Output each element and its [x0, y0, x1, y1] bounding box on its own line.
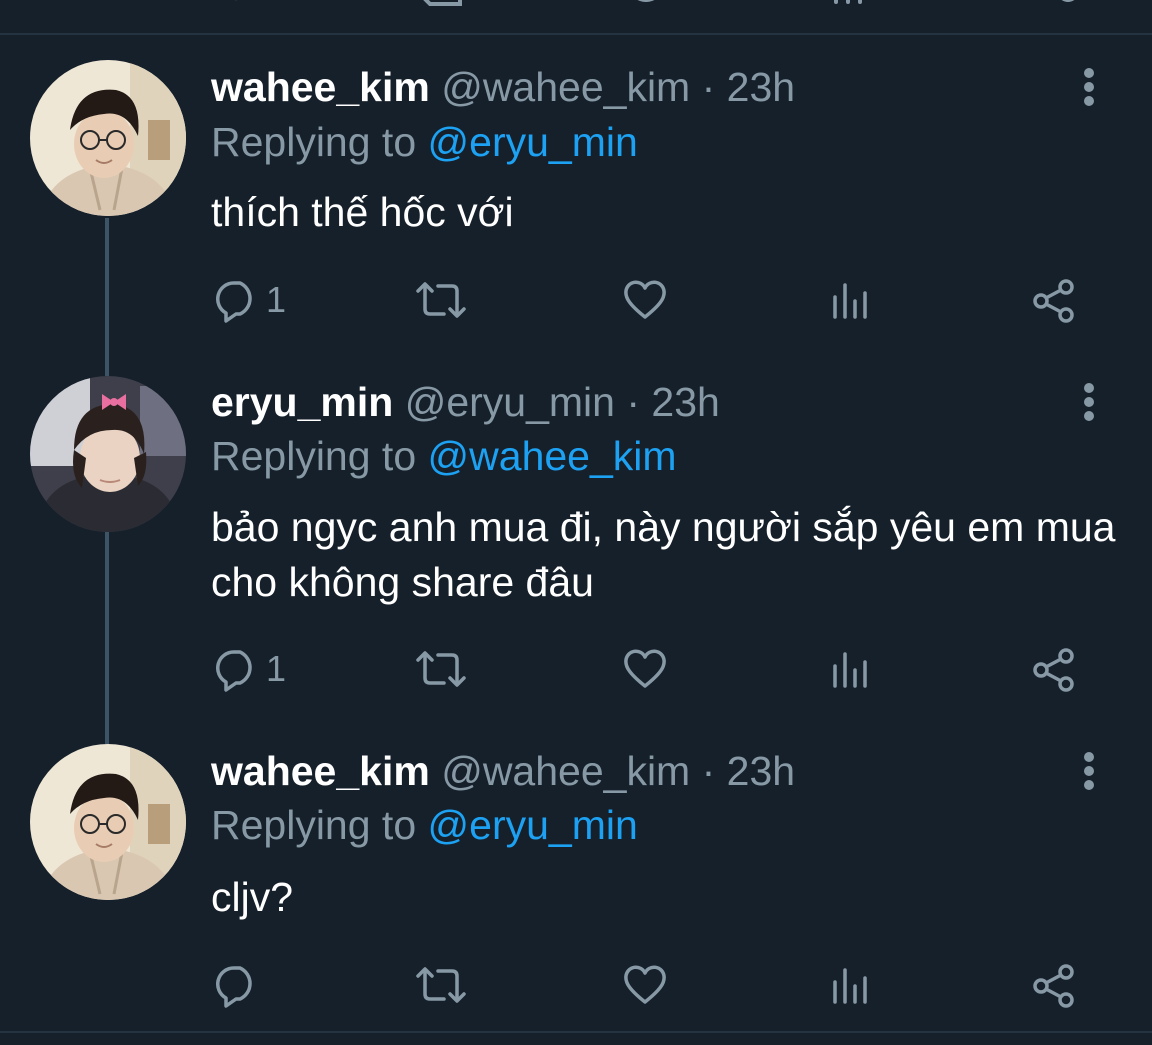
share-button[interactable]: [1031, 644, 1077, 694]
retweet-icon: [416, 967, 466, 1003]
handle-and-time: @wahee_kim · 23h: [441, 748, 796, 794]
profile-photo-wahee: [30, 744, 186, 900]
bottom-divider: [0, 1031, 1152, 1033]
reply-button[interactable]: 1: [214, 275, 286, 325]
retweet-icon: [416, 282, 466, 318]
like-button[interactable]: [622, 644, 668, 694]
like-icon: [624, 280, 666, 319]
reply-button[interactable]: [214, 960, 266, 1010]
tweet-text: cljv?: [211, 874, 294, 920]
reply-icon: [216, 650, 252, 692]
replying-to-handle[interactable]: @wahee_kim: [428, 433, 677, 479]
tweet-text: thích thế hốc với: [211, 189, 514, 235]
replying-to-label: Replying to: [211, 802, 417, 848]
replying-to-label: Replying to: [211, 433, 417, 479]
like-button[interactable]: [622, 275, 668, 325]
avatar[interactable]: [30, 60, 186, 216]
reply-count: 1: [266, 648, 287, 689]
display-name[interactable]: wahee_kim: [211, 64, 430, 110]
replying-to-label: Replying to: [211, 119, 417, 165]
share-icon: [1033, 648, 1074, 692]
analytics-button[interactable]: [830, 960, 870, 1010]
reply-count: 1: [266, 279, 287, 320]
analytics-button[interactable]: [830, 275, 870, 325]
thread-connector-line: [105, 218, 109, 376]
thread-connector-line: [105, 532, 109, 744]
analytics-icon: [833, 652, 867, 688]
more-options-icon[interactable]: [1074, 377, 1104, 427]
display-name[interactable]: eryu_min: [211, 379, 393, 425]
retweet-button[interactable]: [414, 275, 468, 325]
analytics-icon: [833, 968, 867, 1004]
share-icon: [1033, 964, 1074, 1008]
like-icon: [624, 649, 666, 688]
previous-tweet-actions: [0, 0, 1152, 10]
handle-and-time: @eryu_min · 23h: [404, 379, 720, 425]
more-options-icon[interactable]: [1074, 746, 1104, 796]
replying-to: Replying to @eryu_min: [211, 117, 638, 167]
replying-to: Replying to @eryu_min: [211, 800, 638, 850]
more-options-icon[interactable]: [1074, 62, 1104, 112]
reply-icon: [216, 966, 252, 1008]
display-name[interactable]: wahee_kim: [211, 748, 430, 794]
retweet-icon: [416, 651, 466, 687]
reply-button[interactable]: 1: [214, 644, 286, 694]
tweet-text: bảo ngyc anh mua đi, này người sắp yêu e…: [211, 504, 1116, 605]
tweet-header: eryu_min @eryu_min · 23h: [211, 377, 720, 427]
profile-photo-eryu: [30, 376, 186, 532]
like-icon: [624, 965, 666, 1004]
previous-tweet-action-icons: [423, 0, 1075, 6]
reply-icon: [216, 281, 252, 323]
profile-photo-wahee: [30, 60, 186, 216]
replying-to-handle[interactable]: @eryu_min: [428, 119, 638, 165]
share-button[interactable]: [1031, 275, 1077, 325]
replying-to: Replying to @wahee_kim: [211, 431, 677, 481]
analytics-icon: [833, 283, 867, 319]
share-button[interactable]: [1031, 960, 1077, 1010]
tweet-header: wahee_kim @wahee_kim · 23h: [211, 62, 795, 112]
like-button[interactable]: [622, 960, 668, 1010]
analytics-button[interactable]: [830, 644, 870, 694]
tweet-thread: wahee_kim @wahee_kim · 23h Replying to @…: [0, 0, 1152, 1045]
retweet-button[interactable]: [414, 644, 468, 694]
avatar[interactable]: [30, 376, 186, 532]
avatar[interactable]: [30, 744, 186, 900]
retweet-button[interactable]: [414, 960, 468, 1010]
handle-and-time: @wahee_kim · 23h: [441, 64, 796, 110]
replying-to-handle[interactable]: @eryu_min: [428, 802, 638, 848]
top-divider: [0, 33, 1152, 35]
share-icon: [1033, 279, 1074, 323]
tweet-header: wahee_kim @wahee_kim · 23h: [211, 746, 795, 796]
